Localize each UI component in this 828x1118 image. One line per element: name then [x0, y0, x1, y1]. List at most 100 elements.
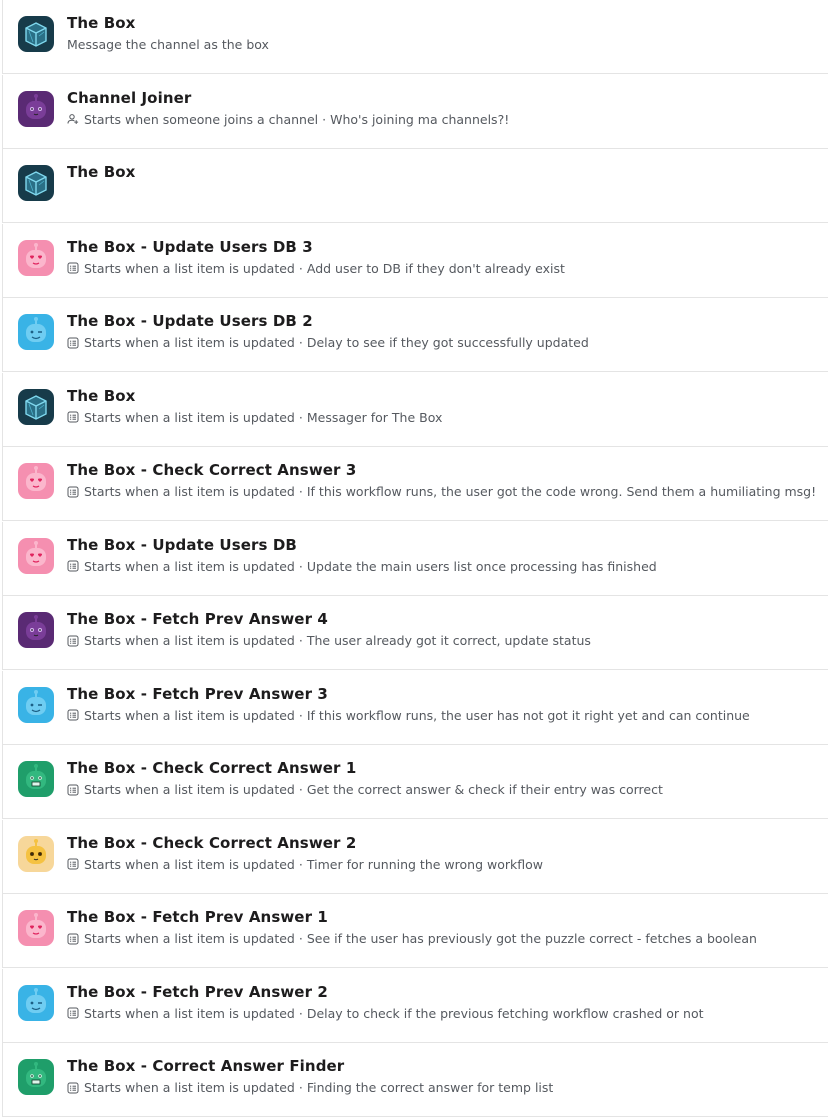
trigger-text: Starts when a list item is updated	[84, 558, 295, 574]
workflow-title[interactable]: The Box	[67, 163, 135, 181]
separator-dot: ·	[298, 782, 303, 797]
workflow-description: The user already got it correct, update …	[306, 633, 591, 648]
robot-purple-icon	[18, 90, 54, 127]
trigger-text: Starts when a list item is updated	[84, 1005, 295, 1021]
workflow-row[interactable]: Channel Joiner Starts when someone joins …	[2, 74, 828, 149]
workflow-description: See if the user has previously got the p…	[306, 931, 757, 946]
separator-dot: ·	[298, 1005, 303, 1021]
workflow-description: Messager for The Box	[306, 409, 443, 425]
box-icon	[18, 388, 54, 425]
trigger-text: Starts when a list item is updated	[84, 260, 295, 276]
separator-dot: ·	[322, 111, 327, 127]
workflow-row[interactable]: The Box - Fetch Prev Answer 3 Starts when…	[2, 670, 828, 745]
list-icon	[67, 1082, 79, 1094]
workflow-description: Get the correct answer & check if their …	[306, 782, 663, 797]
workflow-description: Add user to DB if they don't already exi…	[306, 260, 565, 276]
workflow-subtitle: Starts when a list item is updated · Delay…	[67, 1006, 704, 1021]
workflow-description: Message the channel as the box	[67, 37, 269, 52]
workflow-title[interactable]: The Box - Correct Answer Finder	[67, 1057, 344, 1075]
trigger-text: Starts when a list item is updated	[84, 707, 295, 723]
trigger-text: Starts when a list item is updated	[84, 484, 295, 499]
workflow-title[interactable]: The Box - Check Correct Answer 2	[67, 834, 356, 852]
workflow-row[interactable]: The Box - Check Correct Answer 1 Starts w…	[2, 745, 828, 819]
workflow-title[interactable]: Channel Joiner	[67, 89, 191, 107]
workflow-row[interactable]: The Box - Update Users DB 2 Starts when a…	[2, 298, 828, 372]
list-icon	[67, 635, 79, 647]
separator-dot: ·	[298, 335, 303, 350]
separator-dot: ·	[298, 856, 303, 872]
workflow-title[interactable]: The Box - Check Correct Answer 1	[67, 759, 356, 777]
workflow-row[interactable]: The Box - Fetch Prev Answer 4 Starts when…	[2, 596, 828, 670]
separator-dot: ·	[298, 484, 303, 499]
robot-blue-icon	[18, 314, 54, 350]
separator-dot: ·	[298, 558, 303, 574]
workflow-row[interactable]: The Box - Fetch Prev Answer 2 Starts when…	[2, 968, 828, 1043]
robot-green-icon	[18, 1059, 54, 1095]
list-icon	[67, 560, 79, 572]
workflow-subtitle: Starts when a list item is updated · See i…	[67, 931, 757, 946]
workflow-title[interactable]: The Box - Update Users DB	[67, 536, 297, 554]
workflow-title[interactable]: The Box - Update Users DB 2	[67, 312, 313, 330]
robot-green-icon	[18, 761, 54, 797]
robot-blue-icon	[18, 686, 54, 723]
workflow-row[interactable]: The Box - Update Users DB Starts when a l…	[2, 521, 828, 596]
trigger-text: Starts when a list item is updated	[84, 335, 295, 350]
separator-dot: ·	[298, 1080, 303, 1095]
workflow-subtitle: Starts when a list item is updated · If th…	[67, 708, 750, 723]
list-icon	[67, 1007, 79, 1019]
trigger-text: Starts when a list item is updated	[84, 1080, 295, 1095]
box-icon	[18, 165, 54, 201]
list-icon	[67, 784, 79, 796]
trigger-text: Starts when a list item is updated	[84, 633, 295, 648]
workflow-title[interactable]: The Box - Update Users DB 3	[67, 238, 313, 256]
workflow-description: Who's joining ma channels?!	[330, 111, 510, 127]
separator-dot: ·	[298, 931, 303, 946]
separator-dot: ·	[298, 633, 303, 648]
workflow-row[interactable]: The Box	[2, 149, 828, 223]
robot-pink-icon	[18, 537, 54, 574]
list-icon	[67, 411, 79, 423]
workflow-title[interactable]: The Box - Check Correct Answer 3	[67, 461, 356, 479]
workflow-row[interactable]: The Box - Correct Answer Finder Starts wh…	[2, 1043, 828, 1117]
list-icon	[67, 933, 79, 945]
workflow-title[interactable]: The Box - Fetch Prev Answer 3	[67, 685, 328, 703]
workflow-subtitle: Starts when a list item is updated · Findi…	[67, 1080, 553, 1095]
workflow-subtitle: Starts when someone joins a channel · Who'…	[67, 112, 509, 127]
workflow-description: If this workflow runs, the user got the …	[306, 484, 817, 499]
workflow-subtitle: Starts when a list item is updated · Timer…	[67, 857, 543, 872]
workflow-title[interactable]: The Box	[67, 14, 135, 32]
workflow-subtitle: Starts when a list item is updated · Add u…	[67, 261, 565, 276]
workflow-subtitle: Starts when a list item is updated · Get t…	[67, 782, 663, 797]
list-icon	[67, 486, 79, 498]
workflow-title[interactable]: The Box - Fetch Prev Answer 2	[67, 983, 328, 1001]
workflow-row[interactable]: The Box - Check Correct Answer 2 Starts w…	[2, 819, 828, 894]
workflow-subtitle: Message the channel as the box	[67, 37, 269, 52]
workflow-subtitle: Starts when a list item is updated · Updat…	[67, 559, 657, 574]
workflow-title[interactable]: The Box - Fetch Prev Answer 1	[67, 908, 328, 926]
workflow-row[interactable]: The Box - Update Users DB 3 Starts when a…	[2, 223, 828, 298]
separator-dot: ·	[298, 260, 303, 276]
workflow-row[interactable]: The Box Starts when a list item is update…	[2, 372, 828, 447]
box-icon	[18, 16, 54, 52]
robot-pink-icon	[18, 463, 54, 499]
workflow-subtitle: Starts when a list item is updated · Delay…	[67, 335, 589, 350]
workflow-title[interactable]: The Box	[67, 387, 135, 405]
robot-purple-icon	[18, 612, 54, 648]
workflow-title[interactable]: The Box - Fetch Prev Answer 4	[67, 610, 328, 628]
workflow-description: Delay to check if the previous fetching …	[306, 1005, 704, 1021]
workflow-description: Finding the correct answer for temp list	[306, 1080, 554, 1095]
trigger-text: Starts when a list item is updated	[84, 782, 295, 797]
workflow-description: Update the main users list once processi…	[306, 558, 657, 574]
robot-blue-icon	[18, 984, 54, 1021]
workflow-description: Delay to see if they got successfully up…	[306, 335, 589, 350]
workflow-description: Timer for running the wrong workflow	[306, 856, 543, 872]
workflow-row[interactable]: The Box - Fetch Prev Answer 1 Starts when…	[2, 894, 828, 968]
workflow-subtitle: Starts when a list item is updated · Messa…	[67, 410, 442, 425]
workflow-row[interactable]: The Box - Check Correct Answer 3 Starts w…	[2, 447, 828, 521]
person-add-icon	[67, 113, 79, 125]
trigger-text: Starts when a list item is updated	[84, 409, 295, 425]
workflow-subtitle: Starts when a list item is updated · If th…	[67, 484, 816, 499]
robot-yellow-icon	[18, 835, 54, 872]
list-icon	[67, 858, 79, 870]
workflow-row[interactable]: The Box Message the channel as the box	[2, 0, 828, 74]
